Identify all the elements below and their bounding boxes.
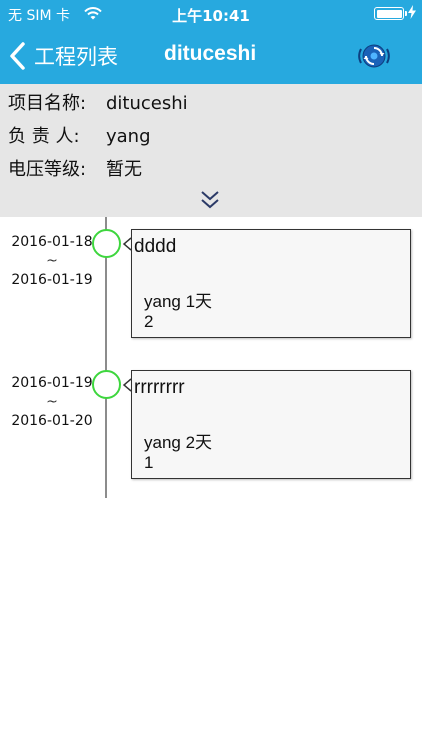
back-button-label: 工程列表 <box>34 45 118 69</box>
end-date: 2016-01-19 <box>11 272 93 288</box>
date-range: 2016-01-18 ~ 2016-01-19 <box>10 233 94 290</box>
navigation-bar: 工程列表 dituceshi <box>0 28 422 84</box>
battery-icon <box>374 7 407 20</box>
task-owner-duration: yang 1天 <box>144 292 213 311</box>
project-name-value: dituceshi <box>106 93 188 114</box>
voltage-level-label: 电压等级: <box>8 159 87 180</box>
start-date: 2016-01-19 <box>11 375 93 391</box>
date-separator: ~ <box>46 253 58 269</box>
status-time: 上午10:41 <box>172 7 250 25</box>
task-count: 2 <box>144 312 154 331</box>
project-info-panel: 项目名称: dituceshi 负 责 人: yang 电压等级: 暂无 <box>0 84 422 217</box>
date-separator: ~ <box>46 394 58 410</box>
status-bar: 无 SIM 卡 上午10:41 <box>0 0 422 28</box>
task-owner-duration: yang 2天 <box>144 433 213 452</box>
page-title: dituceshi <box>164 42 257 65</box>
project-owner-label: 负 责 人: <box>8 126 80 147</box>
voltage-level-value: 暂无 <box>106 159 142 180</box>
chevron-left-icon <box>10 42 25 70</box>
double-chevron-down-icon[interactable] <box>197 187 223 213</box>
bolt-icon <box>408 5 416 19</box>
timeline-node[interactable] <box>92 370 121 399</box>
task-card[interactable]: rrrrrrrr yang 2天 1 <box>131 370 411 479</box>
back-button[interactable]: 工程列表 <box>8 38 118 74</box>
task-count: 1 <box>144 453 154 472</box>
project-owner-value: yang <box>106 126 151 147</box>
task-card[interactable]: dddd yang 1天 2 <box>131 229 411 338</box>
timeline-node[interactable] <box>92 229 121 258</box>
task-title: rrrrrrrr <box>134 377 185 398</box>
project-name-label: 项目名称: <box>8 93 87 114</box>
timeline-entry: 2016-01-18 ~ 2016-01-19 dddd yang 1天 2 <box>0 229 422 343</box>
task-title: dddd <box>134 236 177 257</box>
sync-icon[interactable] <box>356 39 392 73</box>
end-date: 2016-01-20 <box>11 413 93 429</box>
date-range: 2016-01-19 ~ 2016-01-20 <box>10 374 94 431</box>
start-date: 2016-01-18 <box>11 234 93 250</box>
timeline-entry: 2016-01-19 ~ 2016-01-20 rrrrrrrr yang 2天… <box>0 370 422 484</box>
